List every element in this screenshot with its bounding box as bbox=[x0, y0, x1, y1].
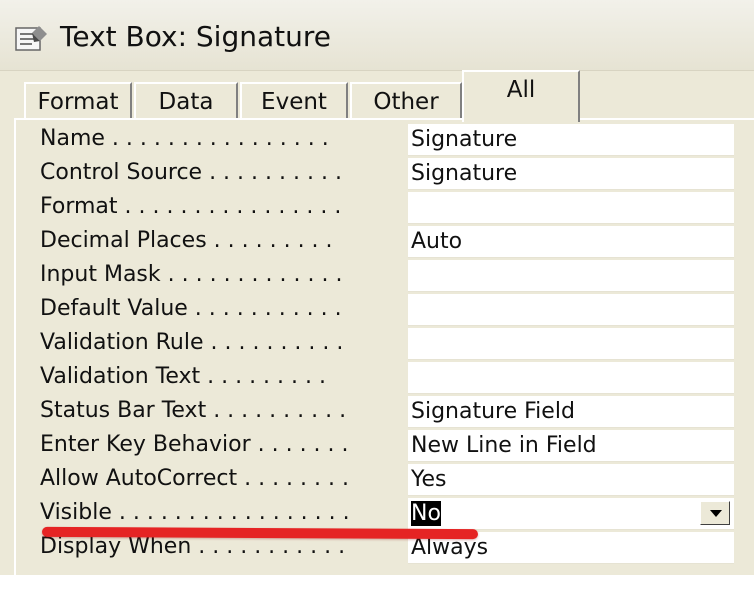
property-label: Input Mask . . . . . . . . . . . . . bbox=[40, 262, 343, 287]
property-value-validation-rule[interactable] bbox=[408, 328, 734, 360]
window-title: Text Box: Signature bbox=[60, 20, 331, 53]
dropdown-arrow-button[interactable] bbox=[700, 501, 730, 525]
property-label: Enter Key Behavior . . . . . . . bbox=[40, 432, 349, 457]
property-list: Name . . . . . . . . . . . . . . . . Sig… bbox=[14, 118, 754, 590]
property-label: Control Source . . . . . . . . . . bbox=[40, 160, 342, 185]
property-value-enter-key-behavior[interactable]: New Line in Field bbox=[408, 430, 734, 462]
property-label: Name . . . . . . . . . . . . . . . . bbox=[40, 126, 329, 151]
property-value-validation-text[interactable] bbox=[408, 362, 734, 394]
property-label: Allow AutoCorrect . . . . . . . . bbox=[40, 466, 349, 491]
property-value-status-bar-text[interactable]: Signature Field bbox=[408, 396, 734, 428]
property-label: Validation Text . . . . . . . . . bbox=[40, 364, 326, 389]
tab-format[interactable]: Format bbox=[24, 82, 132, 120]
tab-event[interactable]: Event bbox=[240, 82, 348, 120]
property-label: Display When . . . . . . . . . . . bbox=[40, 534, 346, 559]
property-value-allow-autocorrect[interactable]: Yes bbox=[408, 464, 734, 496]
property-value-input-mask[interactable] bbox=[408, 260, 734, 292]
property-label: Validation Rule . . . . . . . . . . bbox=[40, 330, 344, 355]
property-label: Decimal Places . . . . . . . . . bbox=[40, 228, 333, 253]
property-value-name[interactable]: Signature bbox=[408, 124, 734, 156]
property-sheet-window: Text Box: Signature Format Data Event Ot… bbox=[0, 0, 754, 590]
tab-strip: Format Data Event Other All bbox=[0, 70, 754, 122]
properties-sheet-icon bbox=[15, 26, 47, 51]
property-label: Status Bar Text . . . . . . . . . . bbox=[40, 398, 347, 423]
tab-other[interactable]: Other bbox=[350, 82, 462, 120]
property-value-default-value[interactable] bbox=[408, 294, 734, 326]
property-value-visible[interactable]: No bbox=[408, 498, 734, 530]
selected-value-text: No bbox=[411, 501, 441, 526]
property-value-control-source[interactable]: Signature bbox=[408, 158, 734, 190]
property-label: Format . . . . . . . . . . . . . . . . bbox=[40, 194, 342, 219]
property-label: Default Value . . . . . . . . . . . bbox=[40, 296, 342, 321]
title-bar: Text Box: Signature bbox=[0, 0, 754, 71]
tab-all[interactable]: All bbox=[462, 70, 580, 122]
property-value-decimal-places[interactable]: Auto bbox=[408, 226, 734, 258]
tab-data[interactable]: Data bbox=[134, 82, 238, 120]
property-value-format[interactable] bbox=[408, 192, 734, 224]
